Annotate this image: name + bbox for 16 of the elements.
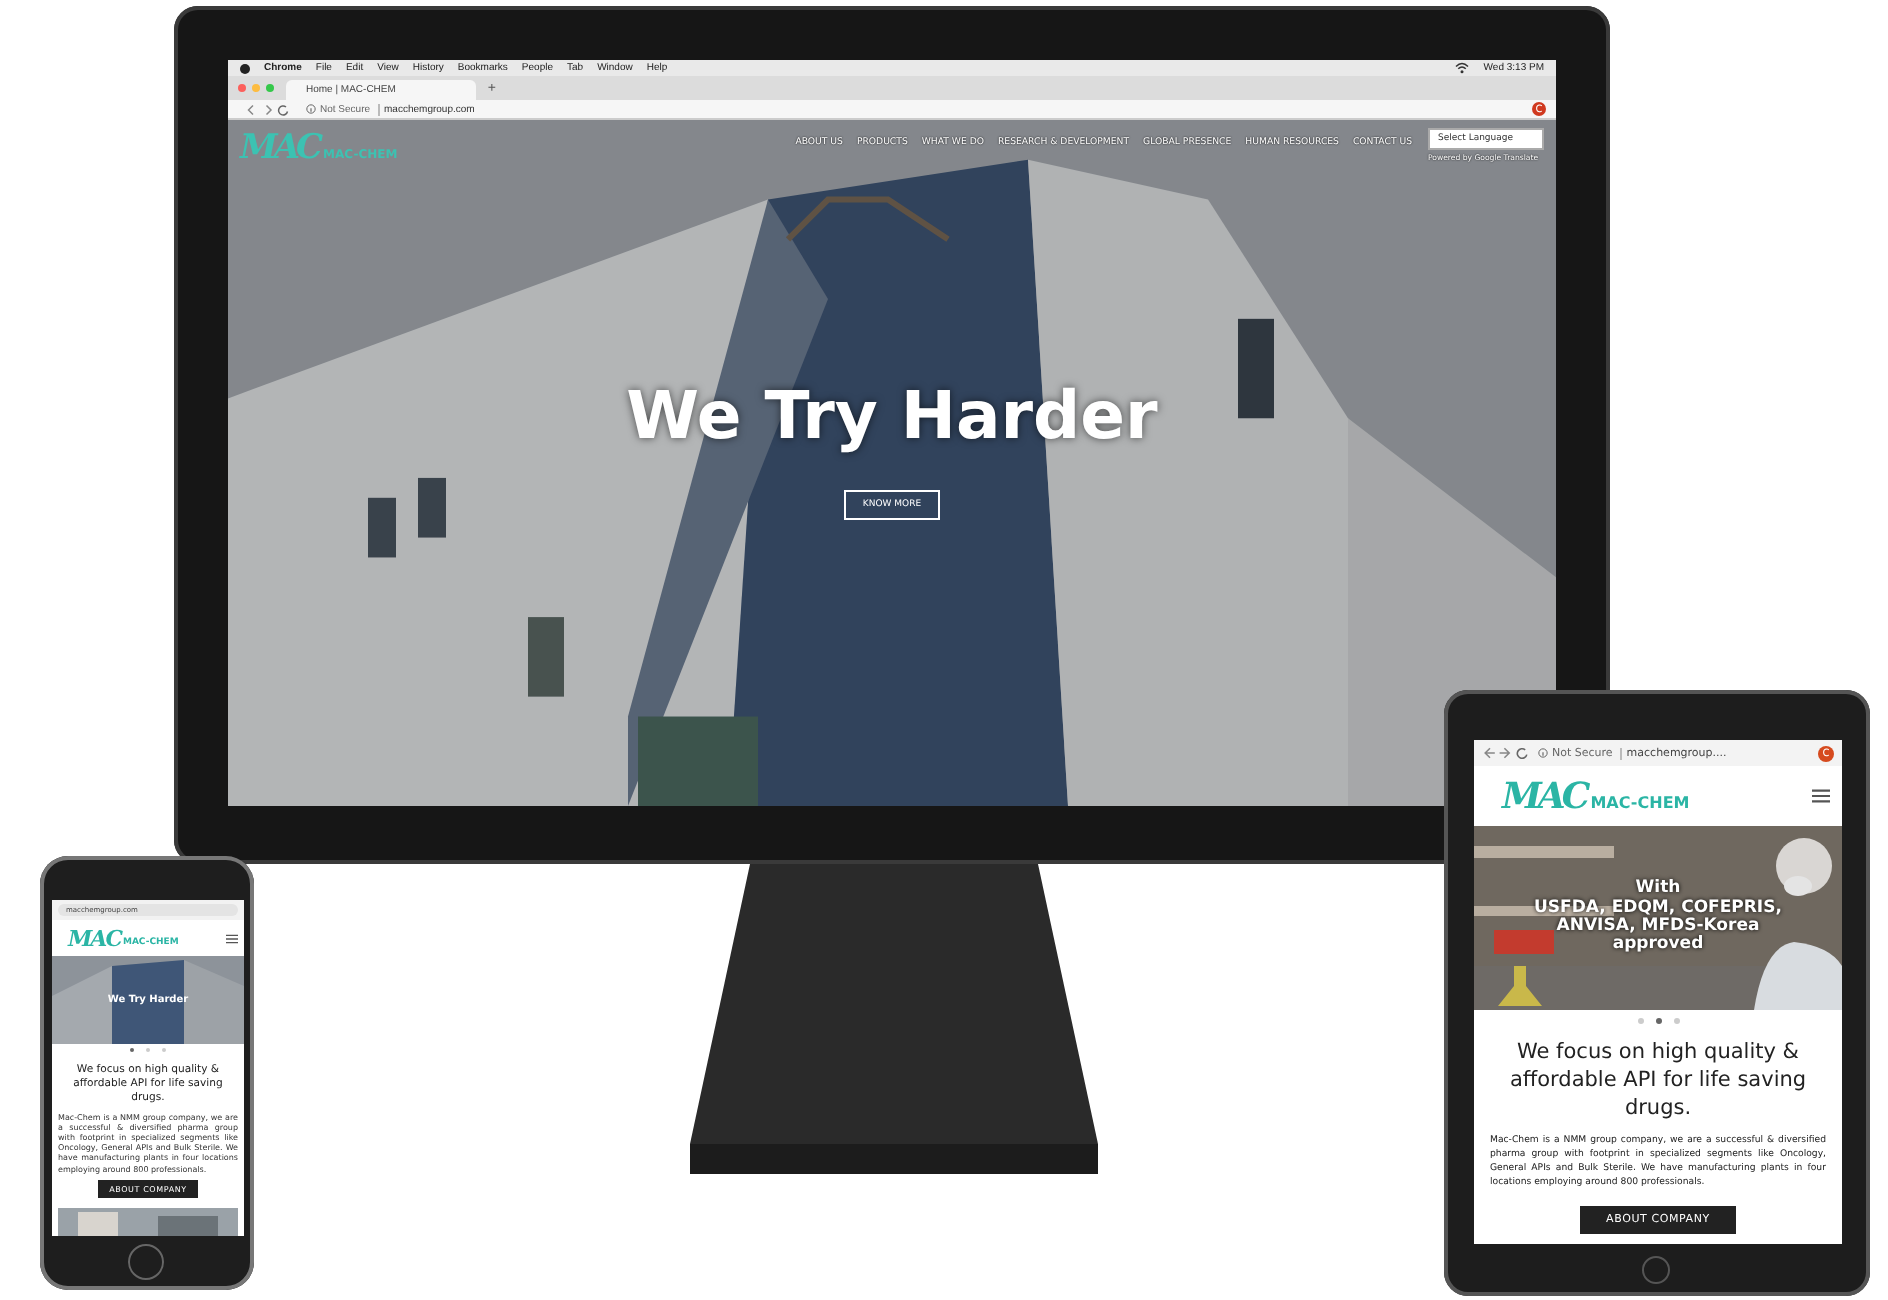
- menu-icon[interactable]: [226, 933, 238, 943]
- navigation-icon[interactable]: [1482, 746, 1530, 760]
- headline: We focus on high quality & affordable API for life saving drugs.: [1507, 1038, 1809, 1124]
- menu-icon[interactable]: [1812, 788, 1830, 804]
- slide-dot[interactable]: [1673, 1018, 1679, 1024]
- wifi-icon[interactable]: [1453, 62, 1470, 74]
- slide-caption: approved: [1612, 936, 1704, 956]
- home-button[interactable]: [1642, 1256, 1670, 1284]
- slide-caption: ANVISA, MFDS-Korea: [1556, 918, 1760, 936]
- slide-dot[interactable]: [1637, 1018, 1643, 1024]
- slide-caption: With: [1635, 880, 1681, 899]
- info-icon: [306, 104, 316, 114]
- info-icon: [1538, 748, 1548, 758]
- window-controls[interactable]: [238, 84, 274, 92]
- home-button[interactable]: [128, 1244, 164, 1280]
- slide-dot[interactable]: [1655, 1018, 1661, 1024]
